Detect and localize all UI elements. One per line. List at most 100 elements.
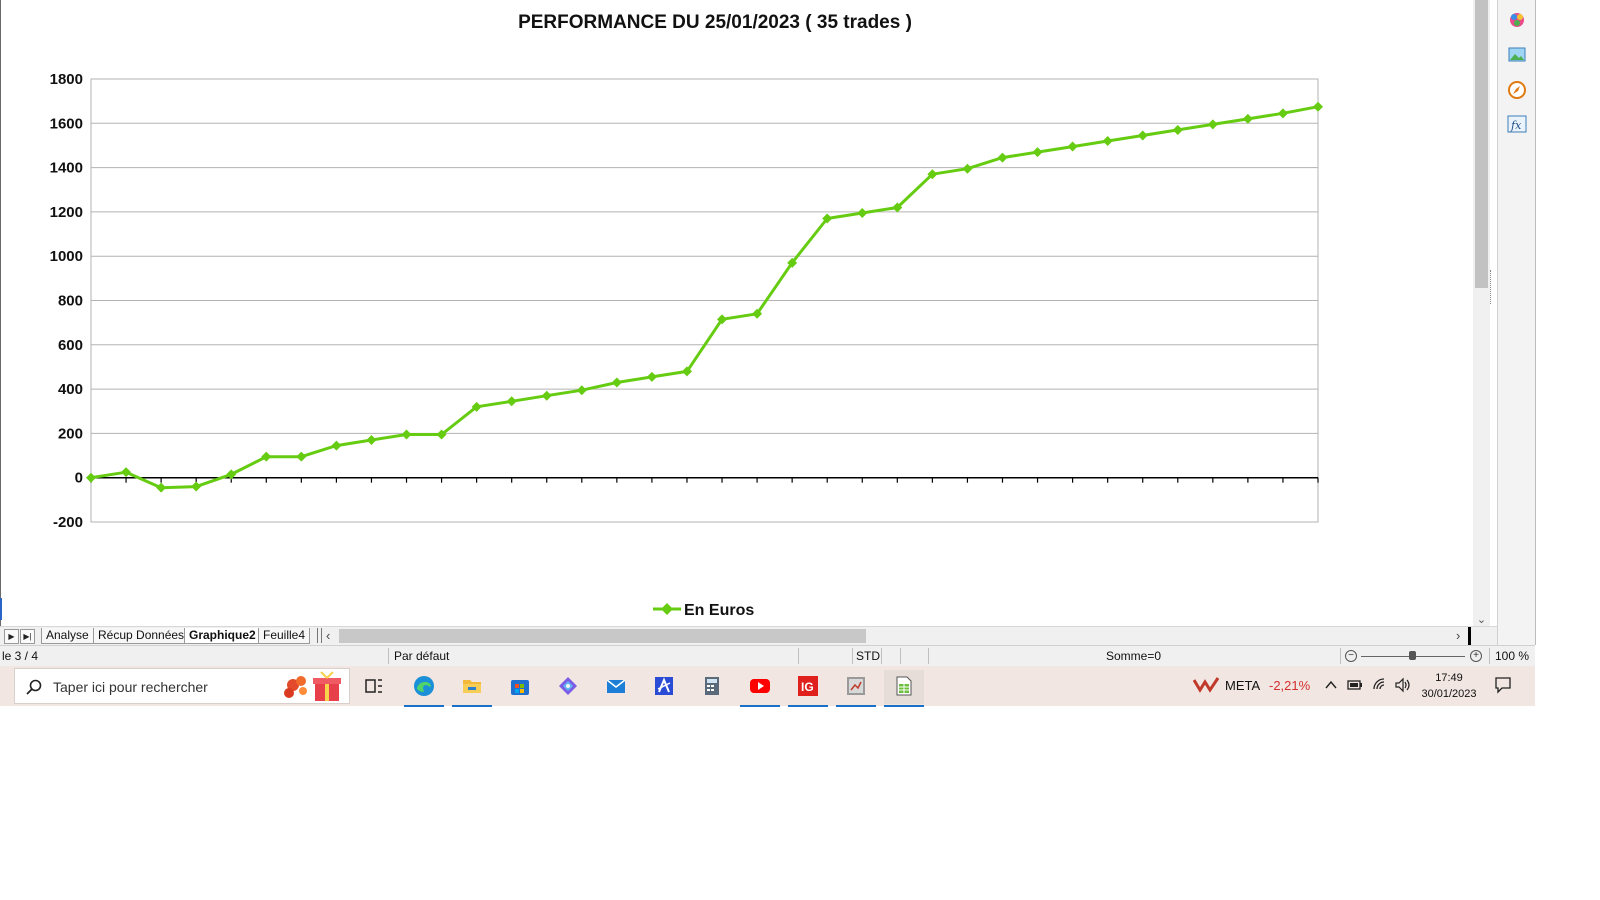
scrollbar-end-marker: [1468, 627, 1471, 645]
legend-marker: [661, 603, 673, 615]
tab-recup-donnees[interactable]: Récup Données: [93, 628, 190, 644]
stock-change[interactable]: -2,21%: [1269, 678, 1310, 693]
y-tick-label: 800: [58, 293, 83, 310]
file-explorer-button[interactable]: [452, 670, 492, 707]
status-separator: [798, 648, 799, 664]
vertical-scrollbar[interactable]: ⌄: [1473, 0, 1490, 628]
calc-window: PERFORMANCE DU 25/01/2023 ( 35 trades ) …: [0, 0, 1536, 707]
scroll-right-icon[interactable]: ›: [1456, 627, 1468, 645]
running-indicator: [452, 705, 492, 707]
y-tick-label: 1200: [50, 204, 83, 221]
calculator-button[interactable]: [692, 670, 732, 704]
mail-button[interactable]: [596, 670, 636, 704]
youtube-icon: [750, 679, 770, 693]
battery-icon[interactable]: [1347, 678, 1363, 692]
horizontal-scroll-thumb[interactable]: [339, 629, 866, 643]
folder-icon: [463, 680, 481, 693]
y-tick-label: 1400: [50, 160, 83, 177]
status-separator: [928, 648, 929, 664]
chart-title: PERFORMANCE DU 25/01/2023 ( 35 trades ): [518, 12, 912, 33]
taskbar-clock[interactable]: 17:49 30/01/2023: [1418, 670, 1480, 702]
status-separator: [1340, 648, 1341, 664]
mail-icon: [606, 679, 626, 693]
volume-icon[interactable]: [1394, 677, 1412, 693]
running-indicator: [788, 705, 828, 707]
zoom-level[interactable]: 100 %: [1495, 649, 1529, 663]
functions-icon[interactable]: fx: [1506, 113, 1528, 135]
search-placeholder: Taper ici pour rechercher: [53, 679, 208, 695]
copilot-icon: [559, 677, 577, 695]
edge-icon: [414, 676, 434, 696]
running-indicator: [884, 705, 924, 707]
y-tick-label: 1600: [50, 115, 83, 132]
zoom-out-icon[interactable]: −: [1345, 650, 1357, 662]
legend-label: En Euros: [684, 602, 754, 619]
selection-mode[interactable]: STD: [856, 649, 880, 663]
status-separator: [900, 648, 901, 664]
youtube-button[interactable]: [740, 670, 780, 707]
status-separator: [1489, 648, 1490, 664]
copilot-button[interactable]: [548, 670, 588, 704]
running-indicator: [836, 705, 876, 707]
running-indicator: [740, 705, 780, 707]
next-sheet-icon[interactable]: ▶: [4, 629, 19, 644]
selection-sum[interactable]: Somme=0: [1106, 649, 1161, 663]
y-tick-label: 1000: [50, 248, 83, 265]
calc-spreadsheet-button[interactable]: [884, 670, 924, 707]
svg-text:fx: fx: [1510, 119, 1522, 132]
search-icon: [26, 679, 42, 695]
clock-date: 30/01/2023: [1421, 688, 1477, 700]
scroll-left-icon[interactable]: ‹: [326, 627, 338, 645]
taskbar-search[interactable]: Taper ici pour rechercher: [14, 668, 350, 704]
styles-icon[interactable]: [1506, 9, 1528, 31]
right-sidebar: fx: [1497, 0, 1536, 645]
edge-button[interactable]: [404, 670, 444, 707]
zoom-slider-thumb[interactable]: [1409, 651, 1416, 660]
ig-icon: IG: [798, 676, 818, 696]
store-button[interactable]: [500, 670, 540, 704]
app-a-button[interactable]: [644, 670, 684, 704]
task-view-icon: [365, 679, 382, 693]
svg-text:IG: IG: [801, 680, 814, 694]
stock-name[interactable]: META: [1225, 678, 1260, 693]
page-style[interactable]: Par défaut: [394, 649, 449, 663]
photos-button[interactable]: [836, 670, 876, 707]
gift-flowers-icon: [284, 671, 341, 701]
status-separator: [881, 648, 882, 664]
gallery-icon[interactable]: [1506, 44, 1528, 66]
last-sheet-icon[interactable]: ▶|: [20, 629, 35, 644]
horizontal-scrollbar[interactable]: [339, 629, 1459, 643]
y-axis-labels: 1800 1600 1400 1200 1000 800 600 400 200 0 -200: [50, 71, 83, 531]
y-tick-label: 200: [58, 425, 83, 442]
navigator-icon[interactable]: [1506, 79, 1528, 101]
ig-button[interactable]: IG: [788, 670, 828, 707]
chart-app-icon: [847, 677, 865, 695]
tab-graphique2[interactable]: Graphique2: [184, 628, 261, 644]
status-bar: le 3 / 4 Par défaut STD Somme=0 − + 100 …: [0, 645, 1535, 667]
notifications-icon[interactable]: [1494, 676, 1512, 694]
stock-widget-icon[interactable]: [1193, 676, 1219, 694]
vertical-scroll-thumb[interactable]: [1475, 0, 1488, 288]
calculator-icon: [705, 677, 719, 695]
tabs-splitter[interactable]: [317, 628, 322, 643]
y-tick-label: 600: [58, 337, 83, 354]
running-indicator: [404, 705, 444, 707]
task-view-button[interactable]: [354, 670, 394, 704]
y-tick-label: 400: [58, 381, 83, 398]
spreadsheet-icon: [896, 676, 912, 696]
zoom-in-icon[interactable]: +: [1470, 650, 1482, 662]
tab-analyse[interactable]: Analyse: [41, 628, 94, 644]
sheet-tabs-bar: ▶ ▶| Analyse Récup Données Graphique2 Fe…: [0, 626, 1497, 645]
y-tick-label: 1800: [50, 71, 83, 88]
tab-feuille4[interactable]: Feuille4: [258, 628, 311, 644]
performance-chart[interactable]: PERFORMANCE DU 25/01/2023 ( 35 trades ) …: [0, 0, 1472, 625]
clock-time: 17:49: [1435, 672, 1463, 684]
app-a-icon: [655, 677, 673, 695]
chevron-up-icon[interactable]: [1324, 678, 1338, 692]
chart-legend: En Euros: [653, 602, 754, 619]
sidebar-resize-grip[interactable]: [1490, 270, 1494, 304]
wifi-icon[interactable]: [1372, 677, 1388, 693]
sheet-position: le 3 / 4: [2, 649, 39, 663]
status-separator: [388, 648, 389, 664]
windows-taskbar: Taper ici pour rechercher IG META -2,21%…: [0, 666, 1535, 707]
